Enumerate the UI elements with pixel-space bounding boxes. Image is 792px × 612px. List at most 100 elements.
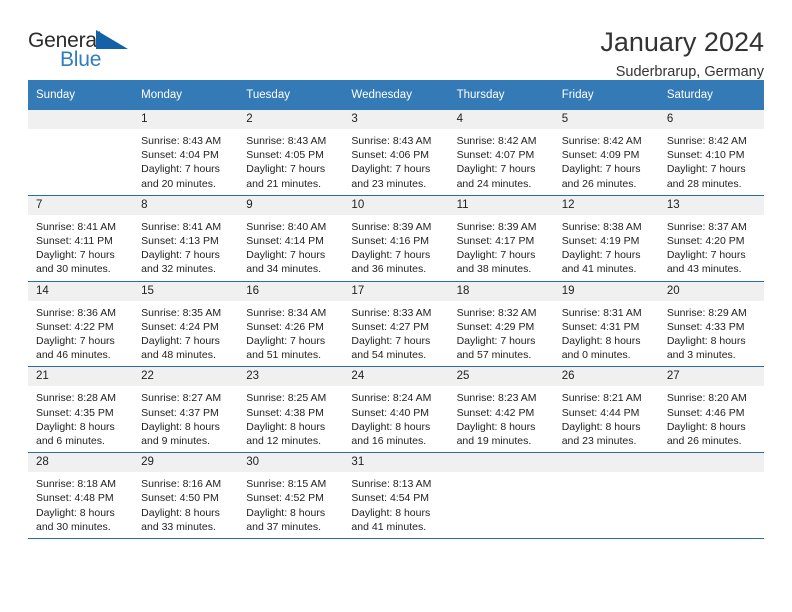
day-details: Sunrise: 8:37 AM Sunset: 4:20 PM Daylight:… <box>659 215 764 281</box>
calendar-day-cell[interactable]: 7 Sunrise: 8:41 AM Sunset: 4:11 PM Daylight… <box>28 195 134 282</box>
calendar-day-cell[interactable]: 17 Sunrise: 8:33 AM Sunset: 4:27 PM Dayligh… <box>343 281 449 368</box>
calendar-day-cell[interactable]: 14 Sunrise: 8:36 AM Sunset: 4:22 PM Dayligh… <box>28 281 134 368</box>
calendar-day-cell[interactable]: 27 Sunrise: 8:20 AM Sunset: 4:46 PM Dayligh… <box>658 366 764 454</box>
calendar-page: General Blue January 2024 Suderbrarup, G… <box>0 0 792 612</box>
daylight-duration-line2: and 26 minutes. <box>666 435 742 448</box>
calendar-day-cell[interactable]: 3 Sunrise: 8:43 AM Sunset: 4:06 PM Daylight… <box>343 110 449 196</box>
day-details: Sunrise: 8:32 AM Sunset: 4:29 PM Daylight:… <box>449 301 554 367</box>
triangle-icon <box>96 30 128 49</box>
calendar-day-cell[interactable]: 5 Sunrise: 8:42 AM Sunset: 4:09 PM Daylight… <box>553 110 659 196</box>
daylight-duration-line2: and 36 minutes. <box>351 263 427 276</box>
calendar-body: 1 Sunrise: 8:43 AM Sunset: 4:04 PM Daylight… <box>28 110 764 540</box>
sunset-time: Sunset: 4:22 PM <box>36 320 114 333</box>
sunset-time: Sunset: 4:29 PM <box>456 320 535 333</box>
calendar-week-row: 21 Sunrise: 8:28 AM Sunset: 4:35 PM Dayligh… <box>28 366 764 454</box>
calendar-day-cell[interactable]: 1 Sunrise: 8:43 AM Sunset: 4:04 PM Daylight… <box>133 110 239 196</box>
calendar-day-cell[interactable]: 28 Sunrise: 8:18 AM Sunset: 4:48 PM Dayligh… <box>28 452 134 540</box>
day-number: 29 <box>133 453 239 473</box>
sunrise-time: Sunrise: 8:43 AM <box>351 135 432 147</box>
day-details: Sunrise: 8:42 AM Sunset: 4:10 PM Daylight:… <box>659 129 764 195</box>
sunrise-time: Sunrise: 8:20 AM <box>666 392 747 405</box>
calendar-day-cell[interactable]: 20 Sunrise: 8:29 AM Sunset: 4:33 PM Dayligh… <box>658 281 764 368</box>
calendar-day-cell[interactable]: 31 Sunrise: 8:13 AM Sunset: 4:54 PM Dayligh… <box>343 452 449 540</box>
sunrise-time: Sunrise: 8:36 AM <box>36 306 116 319</box>
daylight-duration-line2: and 41 minutes. <box>561 263 637 276</box>
daylight-duration-line2: and 3 minutes. <box>666 349 736 362</box>
sunrise-time: Sunrise: 8:41 AM <box>36 220 116 233</box>
day-details: Sunrise: 8:40 AM Sunset: 4:14 PM Daylight:… <box>238 215 343 281</box>
calendar-day-cell[interactable]: 21 Sunrise: 8:28 AM Sunset: 4:35 PM Dayligh… <box>28 366 134 454</box>
calendar-day-cell[interactable]: 24 Sunrise: 8:24 AM Sunset: 4:40 PM Dayligh… <box>343 366 449 454</box>
day-number: 5 <box>553 110 659 129</box>
calendar-day-cell[interactable]: 6 Sunrise: 8:42 AM Sunset: 4:10 PM Daylight… <box>658 110 764 196</box>
day-number: 26 <box>553 367 659 387</box>
day-details: Sunrise: 8:34 AM Sunset: 4:26 PM Daylight:… <box>238 301 343 367</box>
calendar-day-cell-empty <box>658 452 764 540</box>
calendar-day-cell[interactable]: 29 Sunrise: 8:16 AM Sunset: 4:50 PM Dayligh… <box>133 452 239 540</box>
daylight-duration-line1: Daylight: 8 hours <box>351 506 431 519</box>
logo-word-blue: Blue <box>60 48 102 71</box>
weekday-header-sunday: Sunday <box>28 80 134 110</box>
sunrise-time: Sunrise: 8:29 AM <box>666 306 747 319</box>
daylight-duration-line2: and 23 minutes. <box>561 435 637 448</box>
calendar-day-cell[interactable]: 23 Sunrise: 8:25 AM Sunset: 4:38 PM Dayligh… <box>238 366 344 454</box>
day-number: 7 <box>28 195 134 215</box>
sunset-time: Sunset: 4:07 PM <box>456 149 535 162</box>
calendar-day-cell[interactable]: 18 Sunrise: 8:32 AM Sunset: 4:29 PM Dayligh… <box>448 281 554 368</box>
daylight-duration-line2: and 20 minutes. <box>141 177 216 190</box>
sunrise-time: Sunrise: 8:41 AM <box>141 220 222 233</box>
daylight-duration-line1: Daylight: 8 hours <box>141 420 220 433</box>
calendar-day-cell[interactable]: 9 Sunrise: 8:40 AM Sunset: 4:14 PM Daylight… <box>238 195 344 282</box>
daylight-duration-line2: and 30 minutes. <box>36 520 111 533</box>
day-details: Sunrise: 8:39 AM Sunset: 4:16 PM Daylight:… <box>343 215 448 281</box>
daylight-duration-line2: and 12 minutes. <box>246 435 321 448</box>
daylight-duration-line1: Daylight: 7 hours <box>351 335 431 348</box>
daylight-duration-line2: and 30 minutes. <box>36 263 111 276</box>
sunset-time: Sunset: 4:52 PM <box>246 492 324 505</box>
day-number: 6 <box>658 110 764 129</box>
sunset-time: Sunset: 4:42 PM <box>456 406 535 419</box>
calendar-day-cell[interactable]: 15 Sunrise: 8:35 AM Sunset: 4:24 PM Dayligh… <box>133 281 239 368</box>
calendar-day-cell[interactable]: 12 Sunrise: 8:38 AM Sunset: 4:19 PM Dayligh… <box>553 195 659 282</box>
sunset-time: Sunset: 4:19 PM <box>561 235 640 248</box>
daylight-duration-line1: Daylight: 8 hours <box>36 420 115 433</box>
weekday-header-monday: Monday <box>133 80 239 110</box>
calendar-day-cell[interactable]: 10 Sunrise: 8:39 AM Sunset: 4:16 PM Dayligh… <box>343 195 449 282</box>
general-blue-logo[interactable]: General Blue <box>28 26 138 78</box>
day-details: Sunrise: 8:31 AM Sunset: 4:31 PM Daylight:… <box>554 301 659 367</box>
day-details: Sunrise: 8:36 AM Sunset: 4:22 PM Daylight:… <box>28 301 133 367</box>
calendar-week-row: 1 Sunrise: 8:43 AM Sunset: 4:04 PM Daylight… <box>28 110 764 196</box>
calendar-day-cell[interactable]: 19 Sunrise: 8:31 AM Sunset: 4:31 PM Dayligh… <box>553 281 659 368</box>
calendar-day-cell[interactable]: 4 Sunrise: 8:42 AM Sunset: 4:07 PM Daylight… <box>448 110 554 196</box>
calendar-day-cell[interactable]: 13 Sunrise: 8:37 AM Sunset: 4:20 PM Dayligh… <box>658 195 764 282</box>
location-subtitle: Suderbrarup, Germany <box>615 64 764 80</box>
sunset-time: Sunset: 4:33 PM <box>666 320 745 333</box>
daylight-duration-line2: and 43 minutes. <box>666 263 742 276</box>
daylight-duration-line1: Daylight: 7 hours <box>36 335 115 348</box>
day-number: 27 <box>658 367 764 387</box>
weekday-header-saturday: Saturday <box>658 80 764 110</box>
sunrise-time: Sunrise: 8:16 AM <box>141 478 222 491</box>
daylight-duration-line1: Daylight: 7 hours <box>561 249 641 262</box>
calendar-day-cell[interactable]: 2 Sunrise: 8:43 AM Sunset: 4:05 PM Daylight… <box>238 110 344 196</box>
calendar-day-cell[interactable]: 11 Sunrise: 8:39 AM Sunset: 4:17 PM Dayligh… <box>448 195 554 282</box>
day-number: 30 <box>238 453 344 473</box>
calendar-day-cell[interactable]: 25 Sunrise: 8:23 AM Sunset: 4:42 PM Dayligh… <box>448 366 554 454</box>
sunrise-time: Sunrise: 8:39 AM <box>351 220 432 233</box>
calendar-day-cell[interactable]: 22 Sunrise: 8:27 AM Sunset: 4:37 PM Dayligh… <box>133 366 239 454</box>
day-number: 23 <box>238 367 344 387</box>
daylight-duration-line2: and 46 minutes. <box>36 349 111 362</box>
day-number: 3 <box>343 110 449 129</box>
calendar-day-cell[interactable]: 16 Sunrise: 8:34 AM Sunset: 4:26 PM Dayligh… <box>238 281 344 368</box>
sunset-time: Sunset: 4:46 PM <box>666 406 745 419</box>
daylight-duration-line2: and 6 minutes. <box>36 435 105 448</box>
daylight-duration-line1: Daylight: 7 hours <box>246 249 326 262</box>
calendar-day-cell[interactable]: 26 Sunrise: 8:21 AM Sunset: 4:44 PM Dayligh… <box>553 366 659 454</box>
daylight-duration-line1: Daylight: 8 hours <box>246 420 326 433</box>
sunset-time: Sunset: 4:37 PM <box>141 406 219 419</box>
sunrise-time: Sunrise: 8:42 AM <box>456 135 537 147</box>
calendar-day-cell[interactable]: 30 Sunrise: 8:15 AM Sunset: 4:52 PM Dayligh… <box>238 452 344 540</box>
weekday-header-tuesday: Tuesday <box>238 80 344 110</box>
calendar-day-cell[interactable]: 8 Sunrise: 8:41 AM Sunset: 4:13 PM Daylight… <box>133 195 239 282</box>
daylight-duration-line1: Daylight: 7 hours <box>141 249 220 262</box>
